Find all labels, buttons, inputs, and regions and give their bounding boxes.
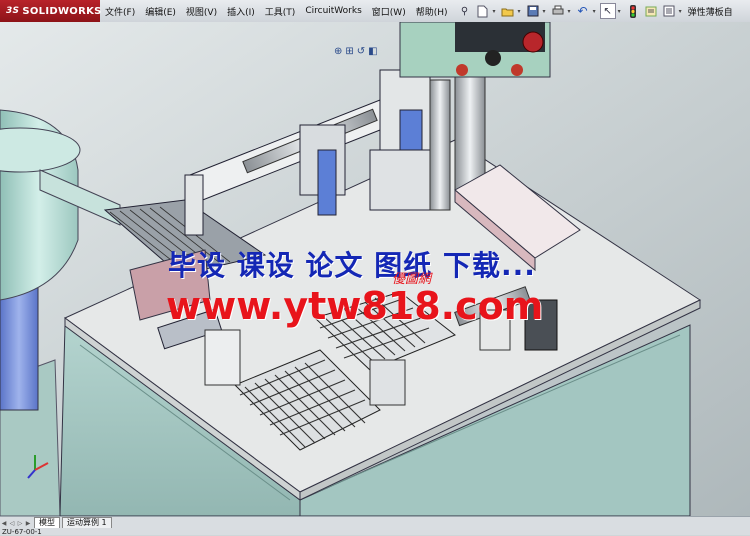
status-area: ◀ ◁ ▷ ▶ 模型 运动算例 1 ZU-67-00-1 — [0, 516, 750, 536]
pin-icon[interactable]: ⚲ — [457, 3, 473, 19]
model-tabs: ◀ ◁ ▷ ▶ 模型 运动算例 1 — [0, 517, 112, 528]
tab-motion-study-1[interactable]: 运动算例 1 — [62, 517, 112, 528]
undo-dropdown-icon[interactable]: ▾ — [593, 8, 596, 15]
last-tab-icon[interactable]: ▶ — [24, 519, 32, 528]
graphics-area[interactable]: ⊕ ⊞ ↺ ◧ 毕设 课设 论文 图纸 下载... 優圖網 www.ytw818… — [0, 22, 750, 516]
menu-insert[interactable]: 插入(I) — [222, 5, 260, 18]
rebuild-icon[interactable] — [625, 3, 641, 19]
next-tab-icon[interactable]: ▷ — [16, 519, 24, 528]
menu-help[interactable]: 帮助(H) — [411, 5, 453, 18]
new-dropdown-icon[interactable]: ▾ — [493, 8, 496, 15]
emergency-stop — [522, 31, 544, 53]
menu-file[interactable]: 文件(F) — [100, 5, 140, 18]
menu-circuitworks[interactable]: CircuitWorks — [300, 6, 366, 16]
options-icon[interactable] — [661, 3, 677, 19]
main-menu: 文件(F) 编辑(E) 视图(V) 插入(I) 工具(T) CircuitWor… — [100, 0, 453, 22]
select-dropdown-icon[interactable]: ▾ — [618, 8, 621, 15]
open-dropdown-icon[interactable]: ▾ — [518, 8, 521, 15]
save-dropdown-icon[interactable]: ▾ — [543, 8, 546, 15]
prev-tab-icon[interactable]: ◁ — [8, 519, 16, 528]
title-menu-bar: 3S SOLIDWORKS 文件(F) 编辑(E) 视图(V) 插入(I) 工具… — [0, 0, 750, 23]
undo-icon[interactable]: ↶ — [575, 3, 591, 19]
zoom-area-icon[interactable]: ⊞ — [345, 46, 353, 57]
menu-tools[interactable]: 工具(T) — [260, 5, 301, 18]
status-text: ZU-67-00-1 — [2, 528, 42, 536]
menu-edit[interactable]: 编辑(E) — [140, 5, 181, 18]
bowl-base — [0, 279, 39, 411]
app-logo-text: SOLIDWORKS — [22, 5, 102, 17]
file-properties-icon[interactable] — [643, 3, 659, 19]
heads-up-view-toolbar: ⊕ ⊞ ↺ ◧ — [334, 46, 378, 57]
watermark-text-line1: 毕设 课设 论文 图纸 下载... — [168, 249, 536, 282]
open-icon[interactable] — [500, 3, 516, 19]
ds-logo-mark: 3S — [6, 6, 20, 16]
press-column — [454, 59, 486, 191]
zoom-to-fit-icon[interactable]: ⊕ — [334, 46, 342, 57]
select-arrow-icon[interactable]: ↖ — [599, 3, 616, 19]
section-view-icon[interactable]: ◧ — [368, 46, 377, 57]
solidworks-logo[interactable]: 3S SOLIDWORKS — [0, 0, 102, 22]
menu-view[interactable]: 视图(V) — [181, 5, 222, 18]
menu-window[interactable]: 窗口(W) — [367, 5, 411, 18]
new-document-icon[interactable] — [475, 3, 491, 19]
standard-toolbar: ⚲ ▾ ▾ ▾ ▾ ↶ ▾ ↖ ▾ ▾ — [457, 3, 684, 19]
first-tab-icon[interactable]: ◀ — [0, 519, 8, 528]
previous-view-icon[interactable]: ↺ — [357, 46, 365, 57]
save-icon[interactable] — [525, 3, 541, 19]
print-dropdown-icon[interactable]: ▾ — [568, 8, 571, 15]
tab-model[interactable]: 模型 — [34, 517, 60, 528]
watermark-url: www.ytw818.com — [166, 284, 544, 328]
options-dropdown-icon[interactable]: ▾ — [679, 8, 682, 15]
document-title: 弹性薄板自 — [687, 7, 733, 18]
print-icon[interactable] — [550, 3, 566, 19]
